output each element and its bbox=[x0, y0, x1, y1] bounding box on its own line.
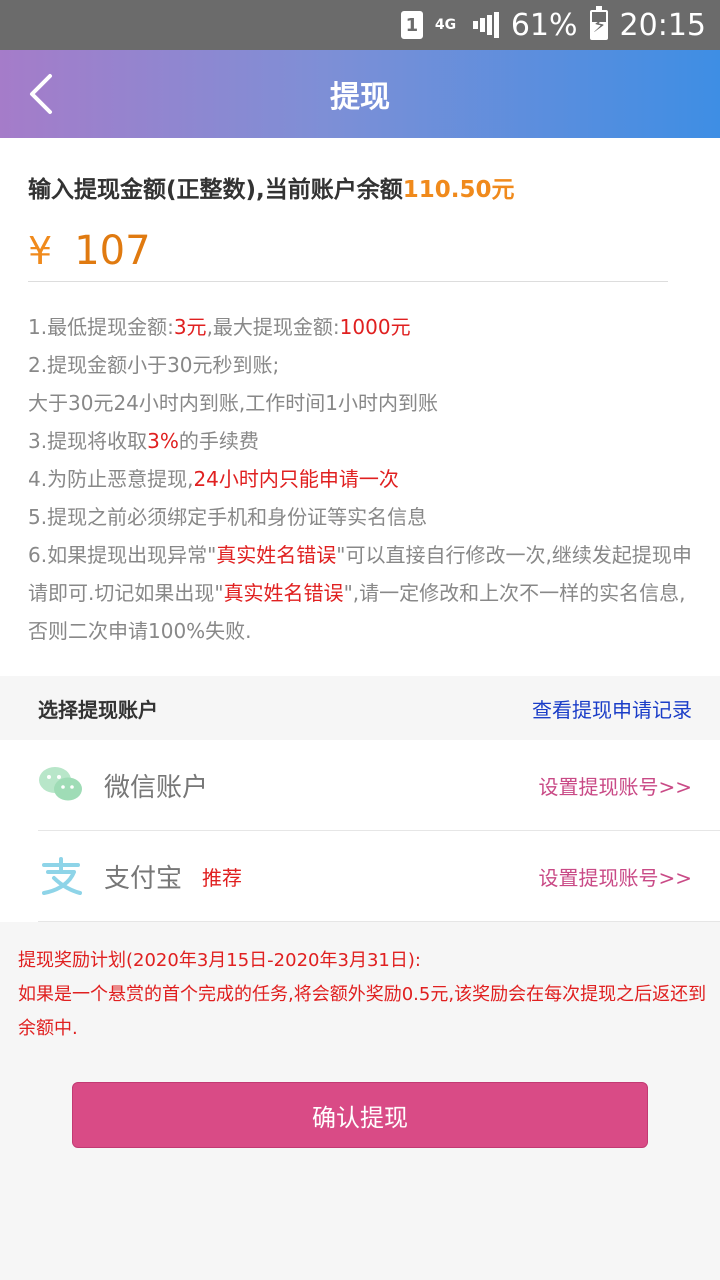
yen-symbol: ¥ bbox=[28, 228, 53, 273]
amount-input[interactable] bbox=[74, 227, 615, 274]
status-bar: 1 4G 61% ⚡ 20:15 bbox=[0, 0, 720, 50]
battery-percent: 61% bbox=[510, 7, 578, 43]
rule-4: 4.为防止恶意提现,24小时内只能申请一次 bbox=[28, 467, 399, 491]
rule-2: 2.提现金额小于30元秒到账; bbox=[28, 353, 280, 377]
account-name: 微信账户 bbox=[104, 772, 209, 803]
recommend-badge: 推荐 bbox=[202, 865, 243, 890]
network-indicator: 4G bbox=[434, 17, 457, 33]
rule-5: 5.提现之前必须绑定手机和身份证等实名信息 bbox=[28, 505, 428, 529]
balance-prompt: 输入提现金额(正整数),当前账户余额110.50元 bbox=[28, 170, 515, 204]
account-row-wechat[interactable]: 微信账户 设置提现账号>> bbox=[38, 740, 720, 831]
rule-3: 3.提现将收取3%的手续费 bbox=[28, 429, 259, 453]
account-list: 微信账户 设置提现账号>> 支付宝 推荐 设置提现账号>> bbox=[0, 740, 720, 922]
chevron-left-icon bbox=[30, 74, 52, 114]
balance-prompt-text: 输入提现金额(正整数),当前账户余额 bbox=[28, 177, 403, 203]
account-row-alipay[interactable]: 支付宝 推荐 设置提现账号>> bbox=[38, 831, 720, 922]
reward-notice: 提现奖励计划(2020年3月15日-2020年3月31日): 如果是一个悬赏的首… bbox=[18, 944, 708, 1046]
rule-6: 6.如果提现出现异常"真实姓名错误"可以直接自行修改一次,继续发起提现申请即可.… bbox=[28, 543, 692, 643]
reward-title: 提现奖励计划(2020年3月15日-2020年3月31日): bbox=[18, 950, 421, 971]
amount-card: 输入提现金额(正整数),当前账户余额110.50元 ¥ 1.最低提现金额:3元,… bbox=[0, 138, 720, 676]
battery-icon: ⚡ bbox=[589, 6, 608, 40]
alipay-icon bbox=[38, 853, 84, 899]
set-account-link[interactable]: 设置提现账号>> bbox=[538, 771, 692, 800]
withdraw-rules: 1.最低提现金额:3元,最大提现金额:1000元 2.提现金额小于30元秒到账;… bbox=[28, 308, 692, 650]
withdraw-records-link[interactable]: 查看提现申请记录 bbox=[532, 694, 692, 723]
rule-1: 1.最低提现金额:3元,最大提现金额:1000元 bbox=[28, 315, 411, 339]
signal-icon bbox=[472, 11, 499, 39]
balance-value: 110.50元 bbox=[402, 177, 515, 203]
clock: 20:15 bbox=[619, 7, 706, 43]
section-title: 选择提现账户 bbox=[38, 697, 158, 722]
accounts-section-header: 选择提现账户 查看提现申请记录 bbox=[0, 676, 720, 740]
rule-2b: 大于30元24小时内到账,工作时间1小时内到账 bbox=[28, 391, 438, 415]
wechat-icon bbox=[38, 762, 84, 808]
amount-input-row: ¥ bbox=[28, 220, 668, 282]
account-name: 支付宝 bbox=[104, 863, 183, 894]
page-title: 提现 bbox=[330, 80, 390, 115]
sim-indicator: 1 bbox=[400, 11, 423, 39]
reward-description: 如果是一个悬赏的首个完成的任务,将会额外奖励0.5元,该奖励会在每次提现之后返还… bbox=[18, 984, 707, 1039]
back-button[interactable] bbox=[22, 70, 62, 118]
confirm-withdraw-button[interactable]: 确认提现 bbox=[72, 1082, 648, 1148]
set-account-link[interactable]: 设置提现账号>> bbox=[538, 862, 692, 891]
header-bar: 提现 bbox=[0, 50, 720, 138]
